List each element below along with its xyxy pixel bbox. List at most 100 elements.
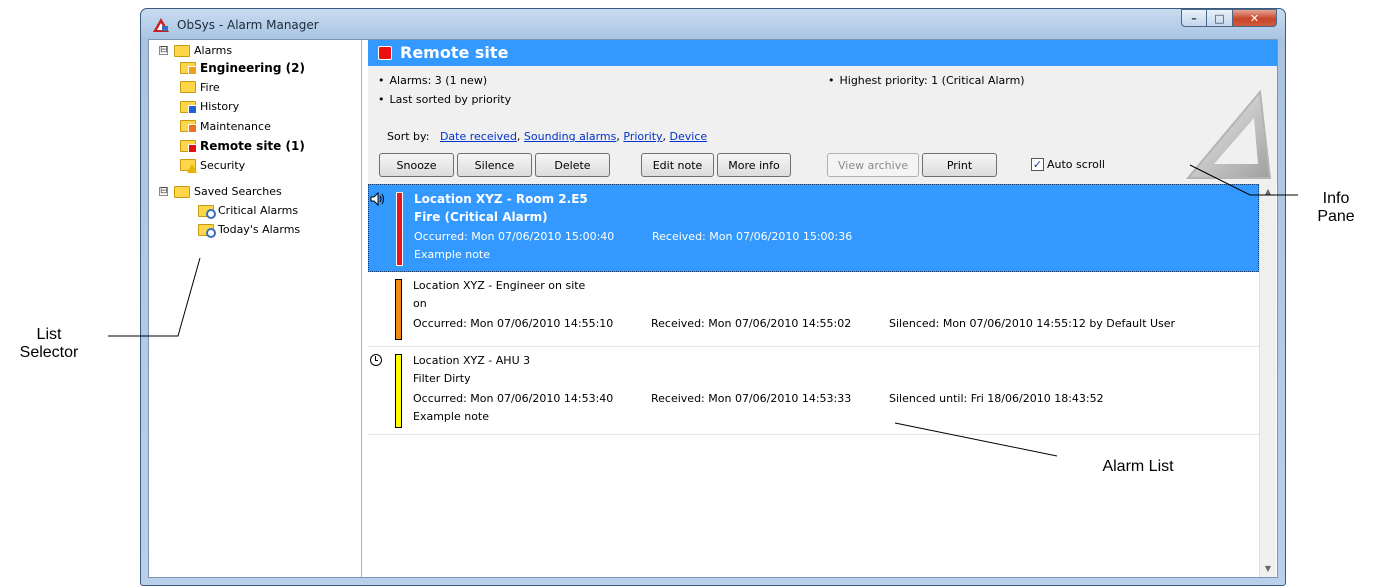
alarm-note: Example note: [413, 410, 490, 423]
scroll-down-icon[interactable]: ▼: [1260, 561, 1276, 577]
tree-item-label: Maintenance: [200, 119, 271, 133]
alarm-row[interactable]: Location XYZ - AHU 3 Filter Dirty Occurred…: [368, 347, 1259, 435]
tree-node-label: Saved Searches: [194, 185, 282, 198]
tree-item-fire[interactable]: Fire: [180, 79, 220, 96]
window-title: ObSys - Alarm Manager: [177, 18, 319, 32]
close-icon: ✕: [1249, 11, 1260, 25]
alarm-note: Example note: [414, 248, 491, 261]
saved-search-today-s-alarms[interactable]: Today's Alarms: [198, 221, 300, 238]
alarm-received: Received: Mon 07/06/2010 14:53:33: [651, 392, 852, 405]
sort-by-row: Sort by: Date received, Sounding alarms,…: [387, 130, 707, 143]
right-pane: Remote site Alarms: 3 (1 new) Last sorte…: [368, 40, 1277, 577]
alarm-count: Alarms: 3 (1 new): [378, 74, 488, 87]
callout-line-1: List: [36, 326, 62, 343]
folder-search-icon: [198, 223, 216, 238]
delete-button[interactable]: Delete: [535, 153, 610, 177]
highest-priority: Highest priority: 1 (Critical Alarm): [828, 74, 1025, 87]
more-info-button[interactable]: More info: [717, 153, 791, 177]
alarm-silenced: Silenced: Mon 07/06/2010 14:55:12 by Def…: [889, 317, 1176, 330]
warning-badge-icon: [187, 164, 197, 173]
folder-icon: [174, 44, 190, 57]
sort-link-sounding-alarms[interactable]: Sounding alarms: [524, 130, 616, 143]
sort-separator: ,: [516, 130, 524, 143]
tree-item-label: Remote site (1): [200, 138, 305, 153]
alarm-occurred: Occurred: Mon 07/06/2010 14:53:40: [413, 392, 614, 405]
collapse-icon[interactable]: ⊟: [159, 46, 168, 55]
tree-node-alarms[interactable]: ⊟ Alarms: [159, 42, 232, 59]
sort-link-date-received[interactable]: Date received: [440, 130, 517, 143]
tree-item-engineering[interactable]: Engineering (2): [180, 59, 305, 76]
sort-link-device[interactable]: Device: [670, 130, 708, 143]
saved-search-label: Today's Alarms: [218, 223, 301, 236]
maximize-button[interactable]: □: [1207, 9, 1233, 27]
list-title: Remote site: [400, 43, 509, 62]
alarm-list-callout: Alarm List: [1102, 458, 1174, 475]
obsys-logo-icon: [153, 18, 169, 32]
auto-scroll-checkbox[interactable]: ✓: [1031, 158, 1044, 171]
silence-button[interactable]: Silence: [457, 153, 532, 177]
status-badge-icon: [188, 143, 197, 153]
priority-bar: [396, 192, 403, 266]
tree-node-saved-searches[interactable]: ⊟ Saved Searches: [159, 183, 282, 200]
alarm-occurred: Occurred: Mon 07/06/2010 14:55:10: [413, 317, 614, 330]
list-selector-callout: List Selector: [4, 326, 94, 362]
tree-item-label: History: [200, 100, 240, 113]
sort-link-priority[interactable]: Priority: [623, 130, 662, 143]
alarm-list: Location XYZ - Room 2.E5 Fire (Critical A…: [368, 184, 1259, 577]
status-badge-icon: [188, 65, 197, 75]
saved-search-label: Critical Alarms: [218, 204, 299, 217]
folder-icon: [180, 81, 196, 93]
folder-alarm-icon: [180, 120, 197, 133]
tree-item-history[interactable]: History: [180, 98, 239, 115]
client-area: ⊟ Alarms Engineering (2) Fire History Maint…: [148, 39, 1278, 578]
priority-bar: [395, 279, 402, 340]
alarm-location: Location XYZ - Room 2.E5: [414, 192, 588, 206]
minimize-button[interactable]: –: [1181, 9, 1207, 27]
snooze-button[interactable]: Snooze: [379, 153, 454, 177]
close-button[interactable]: ✕: [1233, 9, 1277, 27]
list-header-bar: Remote site: [368, 40, 1277, 66]
collapse-icon[interactable]: ⊟: [159, 187, 168, 196]
tree-item-label: Security: [200, 158, 246, 172]
print-button[interactable]: Print: [922, 153, 997, 177]
last-sorted: Last sorted by priority: [378, 93, 512, 106]
saved-search-critical-alarms[interactable]: Critical Alarms: [198, 202, 298, 219]
tree-node-label: Alarms: [194, 44, 233, 57]
alarm-manager-window: ObSys - Alarm Manager – □ ✕ ⊟ Alarms Eng…: [140, 8, 1286, 586]
maximize-icon: □: [1214, 11, 1225, 25]
alarm-row[interactable]: Location XYZ - Room 2.E5 Fire (Critical A…: [368, 184, 1259, 272]
callout-line-1: Info: [1322, 190, 1350, 207]
callout-line-2: Selector: [19, 344, 79, 361]
alarm-row[interactable]: Location XYZ - Engineer on site on Occurre…: [368, 272, 1259, 347]
folder-search-icon: [198, 204, 216, 219]
auto-scroll-label: Auto scroll: [1047, 158, 1105, 171]
folder-warning-icon: [180, 159, 197, 173]
title-bar[interactable]: ObSys - Alarm Manager – □ ✕: [141, 9, 1285, 39]
alarm-list-scrollbar[interactable]: ▲ ▼: [1259, 184, 1276, 577]
folder-history-icon: [180, 100, 197, 114]
tree-item-label: Engineering (2): [200, 60, 305, 75]
scroll-up-icon[interactable]: ▲: [1260, 184, 1276, 200]
view-archive-button[interactable]: View archive: [827, 153, 919, 177]
priority-bar: [395, 354, 402, 428]
sort-separator: ,: [662, 130, 670, 143]
minimize-icon: –: [1191, 11, 1197, 25]
tree-item-maintenance[interactable]: Maintenance: [180, 118, 271, 135]
tree-item-label: Fire: [200, 80, 220, 94]
clock-icon: [370, 354, 382, 366]
folder-alarm-icon: [180, 61, 197, 75]
callout-line-2: Pane: [1317, 208, 1355, 225]
alarm-received: Received: Mon 07/06/2010 14:55:02: [651, 317, 852, 330]
auto-scroll-option[interactable]: ✓ Auto scroll: [1031, 158, 1105, 171]
tree-item-security[interactable]: Security: [180, 157, 245, 174]
info-pane-callout: Info Pane: [1306, 190, 1366, 226]
folder-alarm-icon: [180, 139, 197, 153]
alarm-silenced: Silenced until: Fri 18/06/2010 18:43:52: [889, 392, 1104, 405]
alarm-state: Filter Dirty: [413, 372, 471, 385]
alarm-received: Received: Mon 07/06/2010 15:00:36: [652, 230, 853, 243]
tree-item-remote-site[interactable]: Remote site (1): [180, 137, 305, 154]
obsys-triangle-logo-icon: [1185, 89, 1272, 179]
edit-note-button[interactable]: Edit note: [641, 153, 714, 177]
alarm-location: Location XYZ - Engineer on site: [413, 279, 586, 292]
alarm-state: on: [413, 297, 427, 310]
